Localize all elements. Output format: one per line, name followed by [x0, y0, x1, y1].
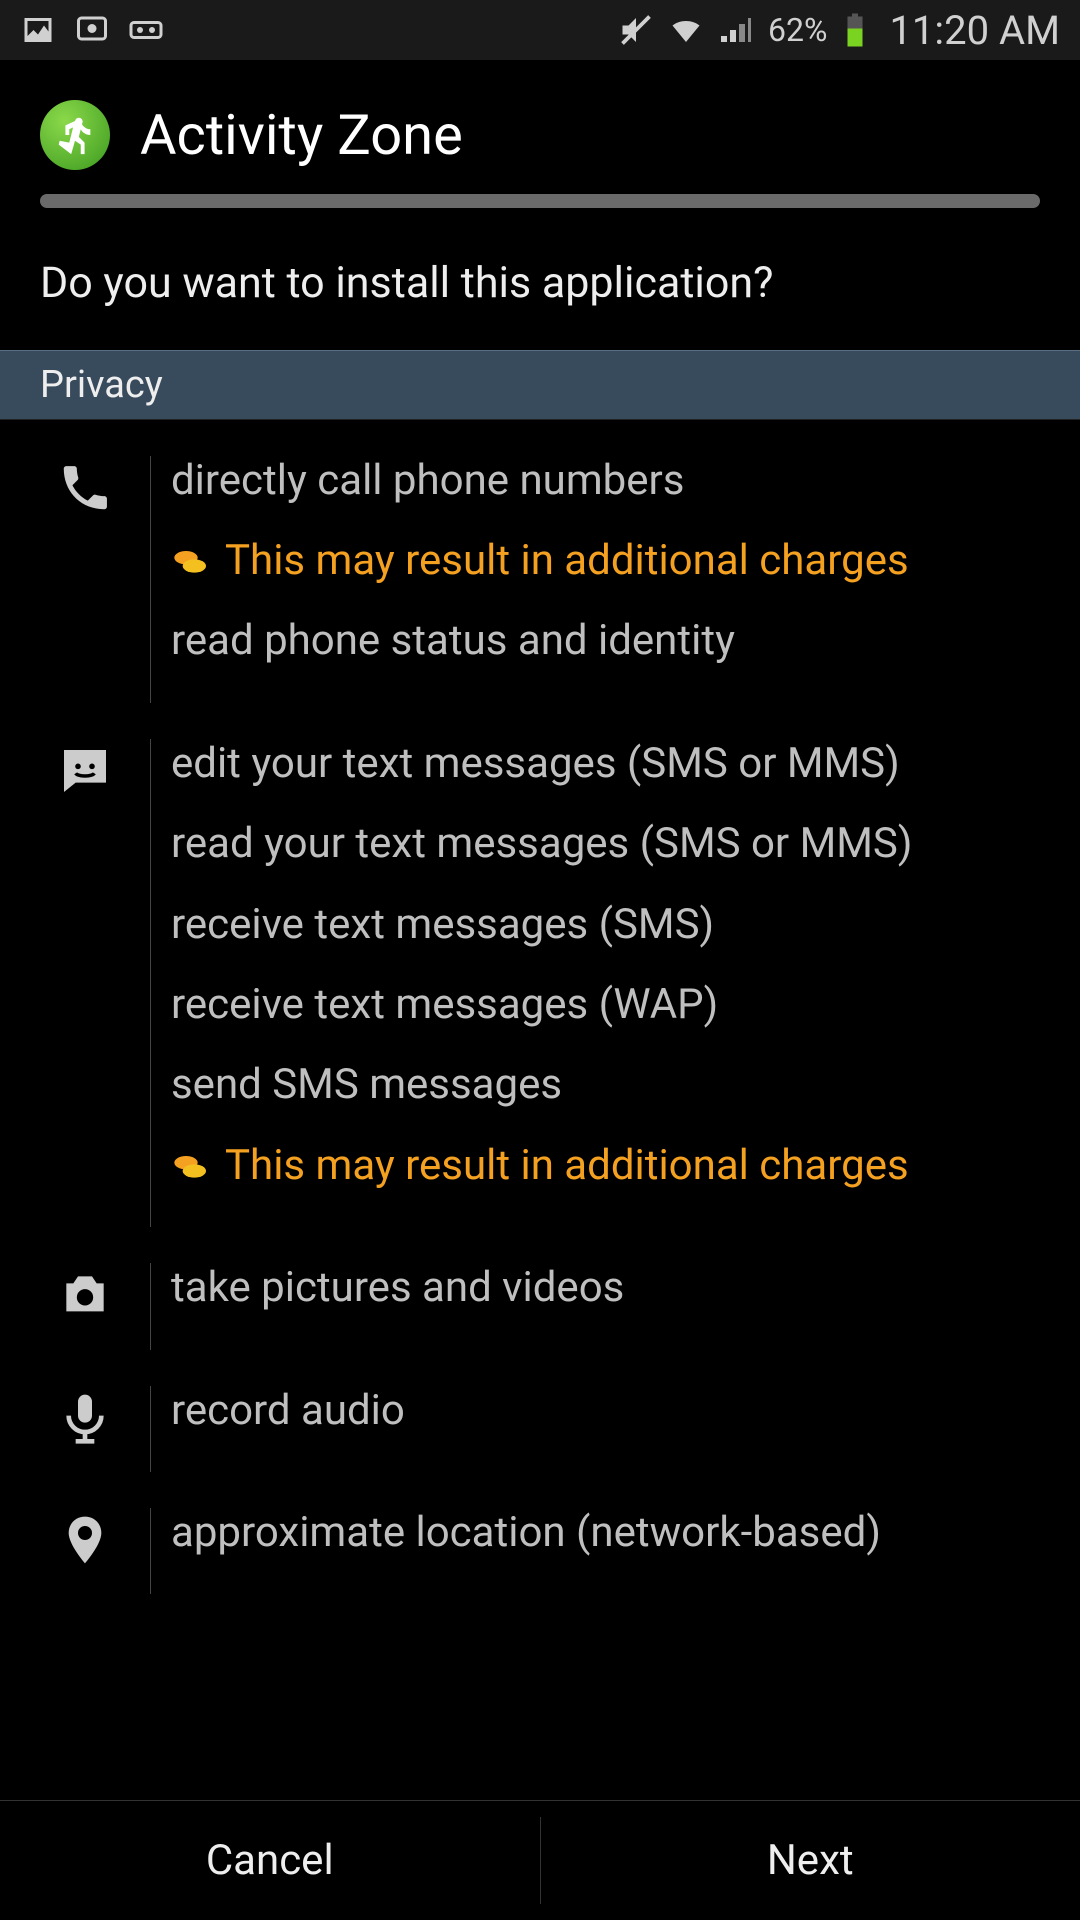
- permission-camera: take pictures and videos: [40, 1227, 1040, 1349]
- next-button[interactable]: Next: [541, 1801, 1080, 1920]
- permission-sms: edit your text messages (SMS or MMS) rea…: [40, 703, 1040, 1227]
- permission-phone: directly call phone numbers This may res…: [40, 420, 1040, 703]
- perm-line: approximate location (network-based): [171, 1508, 1040, 1558]
- perm-line: directly call phone numbers: [171, 456, 1040, 506]
- perm-line: take pictures and videos: [171, 1263, 1040, 1313]
- sms-icon: [57, 743, 113, 1227]
- permission-microphone: record audio: [40, 1350, 1040, 1472]
- install-prompt: Do you want to install this application?: [0, 228, 1080, 350]
- battery-icon: [841, 12, 869, 48]
- coins-icon: [171, 1146, 211, 1186]
- camera-icon: [57, 1267, 113, 1349]
- phone-icon: [57, 460, 113, 703]
- perm-line: read your text messages (SMS or MMS): [171, 819, 1040, 869]
- progress-bar: [40, 194, 1040, 208]
- perm-warning: This may result in additional charges: [171, 536, 1040, 586]
- screenshot-icon: [74, 12, 110, 48]
- perm-line: read phone status and identity: [171, 616, 1040, 666]
- section-privacy: Privacy: [0, 350, 1080, 420]
- bottom-bar: Cancel Next: [0, 1800, 1080, 1920]
- perm-line: send SMS messages: [171, 1060, 1040, 1110]
- coins-icon: [171, 541, 211, 581]
- perm-warning: This may result in additional charges: [171, 1141, 1040, 1191]
- voicemail-icon: [128, 12, 164, 48]
- perm-line: receive text messages (WAP): [171, 980, 1040, 1030]
- battery-percent: 62%: [768, 11, 827, 49]
- location-icon: [57, 1512, 113, 1594]
- app-header: Activity Zone: [0, 60, 1080, 228]
- status-bar: 62% 11:20 AM: [0, 0, 1080, 60]
- perm-line: edit your text messages (SMS or MMS): [171, 739, 1040, 789]
- permission-list: directly call phone numbers This may res…: [0, 420, 1080, 1595]
- clock: 11:20 AM: [889, 7, 1060, 54]
- app-name: Activity Zone: [140, 102, 463, 168]
- perm-line: record audio: [171, 1386, 1040, 1436]
- permission-location: approximate location (network-based): [40, 1472, 1040, 1594]
- cancel-button[interactable]: Cancel: [0, 1801, 540, 1920]
- app-icon: [40, 100, 110, 170]
- picture-icon: [20, 12, 56, 48]
- perm-line: receive text messages (SMS): [171, 900, 1040, 950]
- signal-icon: [718, 12, 754, 48]
- microphone-icon: [57, 1390, 113, 1472]
- wifi-icon: [668, 12, 704, 48]
- mute-icon: [618, 12, 654, 48]
